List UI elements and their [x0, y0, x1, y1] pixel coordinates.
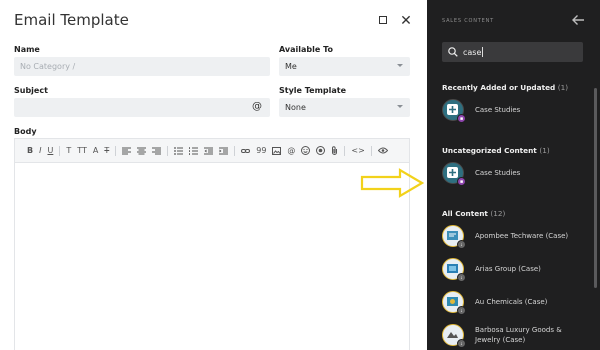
- maximize-button[interactable]: [376, 13, 390, 27]
- list-item-apombee-techware[interactable]: ↓ Apombee Techware (Case): [442, 225, 587, 249]
- document-icon: [447, 332, 458, 338]
- text-cursor: [482, 47, 484, 57]
- mention-icon[interactable]: @: [287, 146, 295, 155]
- section-count: (12): [490, 209, 506, 218]
- list-item-au-chemicals[interactable]: ↓ Au Chemicals (Case): [442, 291, 587, 315]
- content-thumbnail: ↓: [442, 324, 466, 348]
- font-size-button[interactable]: TT: [77, 146, 87, 155]
- chevron-down-icon: [397, 105, 403, 108]
- editor-toolbar: B I U T TT A T 99 @ <>: [15, 139, 409, 163]
- item-label: Case Studies: [475, 169, 521, 177]
- list-item-case-studies-recent[interactable]: ■ Case Studies: [442, 99, 587, 123]
- available-to-label: Available To: [279, 45, 333, 54]
- italic-button[interactable]: I: [39, 146, 41, 155]
- plus-icon: [447, 104, 458, 115]
- align-right-icon[interactable]: [152, 147, 162, 155]
- modal-title: Email Template: [14, 11, 129, 29]
- font-family-button[interactable]: A: [93, 146, 98, 155]
- close-icon: ✕: [400, 11, 412, 28]
- name-field[interactable]: No Category /: [14, 57, 270, 76]
- document-icon: [447, 297, 458, 306]
- record-icon[interactable]: [316, 146, 326, 155]
- content-thumbnail: ↓: [442, 291, 466, 315]
- item-label: Apombee Techware (Case): [475, 232, 569, 240]
- toolbar-divider: [344, 145, 346, 156]
- chevron-down-icon: [397, 64, 403, 67]
- available-to-value: Me: [285, 62, 297, 71]
- panel-title: SALES CONTENT: [442, 18, 494, 24]
- clear-format-button[interactable]: T: [104, 146, 109, 155]
- list-item-barbosa-luxury[interactable]: ↓ Barbosa Luxury Goods & Jewelry (Case): [442, 324, 587, 348]
- section-uncategorized: Uncategorized Content (1): [442, 146, 550, 155]
- folder-thumbnail: ■: [442, 162, 466, 186]
- style-template-label: Style Template: [279, 86, 347, 95]
- name-label: Name: [14, 45, 40, 54]
- download-badge-icon: ↓: [457, 240, 466, 249]
- section-heading: Uncategorized Content: [442, 146, 537, 155]
- underline-button[interactable]: U: [47, 146, 53, 155]
- list-item-case-studies-uncategorized[interactable]: ■ Case Studies: [442, 162, 587, 186]
- name-placeholder: No Category /: [20, 62, 76, 71]
- type-badge-icon: ■: [457, 177, 466, 186]
- item-label: Arias Group (Case): [475, 265, 541, 273]
- download-badge-icon: ↓: [457, 273, 466, 282]
- link-icon[interactable]: [241, 147, 251, 155]
- search-input[interactable]: case: [442, 42, 583, 62]
- item-label: Case Studies: [475, 106, 521, 114]
- preview-eye-icon[interactable]: [377, 147, 388, 154]
- source-code-button[interactable]: <>: [351, 146, 364, 155]
- merge-field-at-icon[interactable]: @: [252, 101, 262, 112]
- plus-icon: [447, 167, 458, 178]
- item-label: Barbosa Luxury Goods & Jewelry (Case): [475, 326, 562, 344]
- attachment-icon[interactable]: [331, 146, 338, 155]
- subject-label: Subject: [14, 86, 48, 95]
- style-template-value: None: [285, 103, 306, 112]
- search-icon: [448, 47, 458, 57]
- document-icon: [447, 231, 458, 240]
- sales-content-panel: SALES CONTENT case Recently Added or Upd…: [427, 0, 600, 350]
- section-count: (1): [557, 83, 569, 92]
- quote-button[interactable]: 99: [256, 146, 266, 155]
- type-badge-icon: ■: [457, 114, 466, 123]
- style-template-select[interactable]: None: [279, 98, 410, 117]
- toolbar-divider: [370, 145, 372, 156]
- item-label: Au Chemicals (Case): [475, 298, 548, 306]
- content-thumbnail: ↓: [442, 258, 466, 282]
- image-icon[interactable]: [272, 146, 282, 155]
- back-arrow-icon[interactable]: [570, 13, 586, 27]
- align-left-icon[interactable]: [122, 147, 132, 155]
- toolbar-divider: [59, 145, 61, 156]
- subject-field[interactable]: @: [14, 98, 270, 117]
- annotation-arrow-icon: [360, 168, 424, 198]
- content-thumbnail: ↓: [442, 225, 466, 249]
- body-label: Body: [14, 127, 37, 136]
- section-heading: All Content: [442, 209, 488, 218]
- available-to-select[interactable]: Me: [279, 57, 410, 76]
- bullet-list-icon[interactable]: [174, 146, 184, 155]
- toolbar-divider: [234, 145, 236, 156]
- section-recently-added: Recently Added or Updated (1): [442, 83, 568, 92]
- section-all-content: All Content (12): [442, 209, 505, 218]
- toolbar-divider: [115, 145, 117, 156]
- document-icon: [447, 264, 458, 273]
- close-button[interactable]: ✕: [399, 11, 413, 28]
- numbered-list-icon[interactable]: [189, 146, 199, 155]
- emoji-icon[interactable]: [301, 146, 311, 155]
- search-value: case: [463, 47, 482, 57]
- section-count: (1): [539, 146, 550, 155]
- body-editor[interactable]: B I U T TT A T 99 @ <>: [14, 138, 410, 350]
- outdent-icon[interactable]: [204, 147, 214, 155]
- panel-scrollbar[interactable]: [594, 88, 597, 288]
- bold-button[interactable]: B: [27, 146, 33, 155]
- download-badge-icon: ↓: [457, 339, 466, 348]
- section-heading: Recently Added or Updated: [442, 83, 556, 92]
- folder-thumbnail: ■: [442, 99, 466, 123]
- maximize-icon: [379, 16, 387, 24]
- indent-icon[interactable]: [219, 147, 229, 155]
- toolbar-divider: [167, 145, 169, 156]
- text-color-button[interactable]: T: [66, 146, 71, 155]
- list-item-arias-group[interactable]: ↓ Arias Group (Case): [442, 258, 587, 282]
- download-badge-icon: ↓: [457, 306, 466, 315]
- align-center-icon[interactable]: [137, 147, 147, 155]
